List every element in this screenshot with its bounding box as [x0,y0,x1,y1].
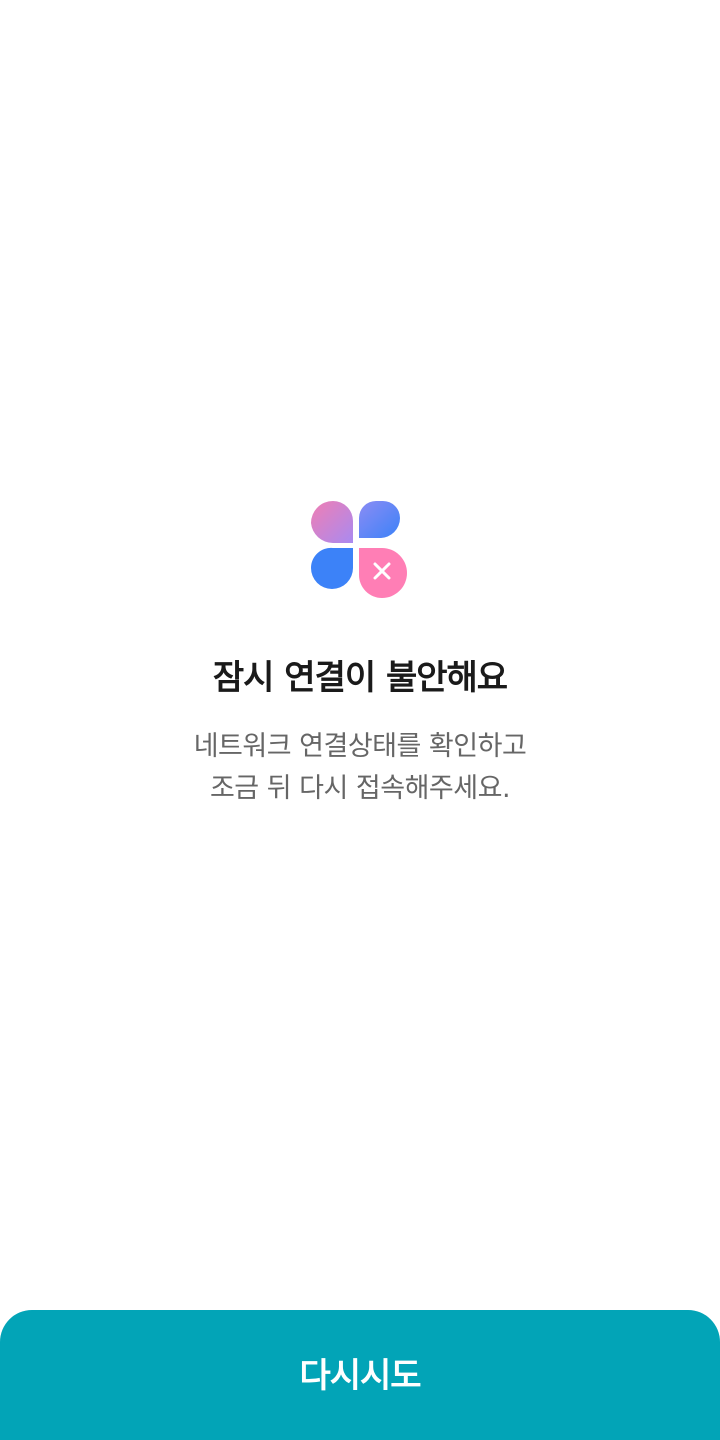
error-message-line: 조금 뒤 다시 접속해주세요. [209,773,511,804]
retry-button[interactable]: 다시시도 [0,1310,720,1440]
network-error-screen: 잠시 연결이 불안해요 네트워크 연결상태를 확인하고 조금 뒤 다시 접속해주… [0,0,720,1440]
clover-error-icon [306,496,414,604]
error-message: 네트워크 연결상태를 확인하고 조금 뒤 다시 접속해주세요. [0,726,720,810]
error-message-line: 네트워크 연결상태를 확인하고 [193,731,527,762]
error-title: 잠시 연결이 불안해요 [212,658,508,698]
